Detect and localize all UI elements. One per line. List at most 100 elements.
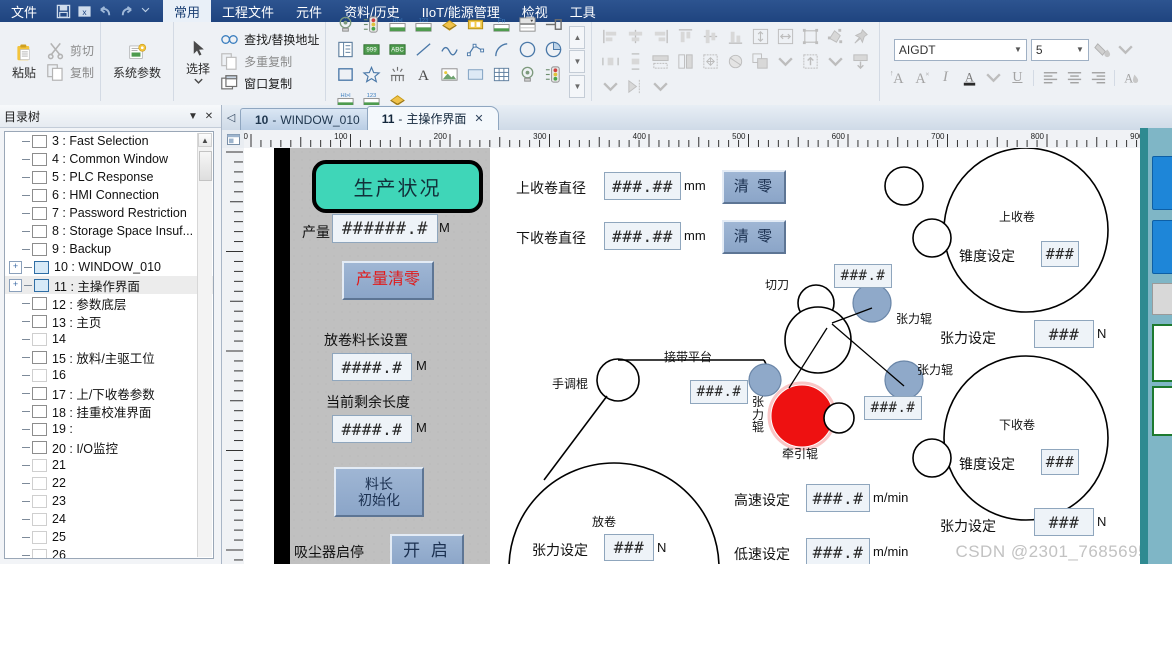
ribbon-tab-component[interactable]: 元件 bbox=[285, 0, 333, 24]
tab-main-operation-close-icon[interactable]: ✕ bbox=[474, 112, 483, 125]
multi-copy-button[interactable]: 多重复制 bbox=[220, 52, 319, 71]
arc-tool-icon[interactable] bbox=[492, 40, 511, 59]
vacuum-toggle-button[interactable]: 开 启 bbox=[390, 534, 464, 564]
send-backward-dropdown-icon[interactable] bbox=[601, 77, 620, 96]
align-center-h-icon[interactable] bbox=[626, 27, 645, 46]
arrange-dropdown-icon[interactable] bbox=[776, 52, 795, 71]
lamp-icon-2[interactable] bbox=[518, 65, 537, 84]
font-color-button[interactable]: A bbox=[958, 68, 980, 88]
multistate-icon[interactable] bbox=[362, 15, 381, 34]
tree-item-5[interactable]: 5 : PLC Response bbox=[5, 168, 213, 186]
tree-item-23[interactable]: 23 bbox=[5, 492, 213, 510]
tab-main-operation[interactable]: 11 - 主操作界面 ✕ bbox=[366, 106, 499, 130]
tree-scroll-thumb[interactable] bbox=[199, 151, 212, 181]
underline-button[interactable]: U bbox=[1006, 68, 1028, 88]
select-dropdown-icon[interactable] bbox=[193, 77, 204, 85]
lamp-icon[interactable] bbox=[336, 15, 355, 34]
find-replace-address-button[interactable]: 查找/替换地址 bbox=[220, 30, 319, 49]
tension-value-field-2[interactable]: ###.# bbox=[690, 380, 748, 404]
design-canvas[interactable]: 生产状况 产量 ######.# M 产量清零 放卷料长设置 ####.# M … bbox=[244, 148, 1172, 564]
tree-item-20[interactable]: 20 : I/O监控 bbox=[5, 438, 213, 456]
decrease-font-size-button[interactable]: A × bbox=[910, 68, 932, 88]
numeric-display-icon[interactable]: 123 bbox=[414, 15, 433, 34]
tree-item-15[interactable]: 15 : 放料/主驱工位 bbox=[5, 348, 213, 366]
right-docked-panel[interactable] bbox=[1140, 128, 1172, 564]
distribute-vertical-icon[interactable] bbox=[751, 27, 770, 46]
ellipse-tool-icon[interactable] bbox=[518, 40, 537, 59]
function-key-icon[interactable]: Fn bbox=[492, 15, 511, 34]
tree-item-25[interactable]: 25 bbox=[5, 528, 213, 546]
right-panel-item-5[interactable] bbox=[1152, 386, 1172, 436]
shape-tool-icon[interactable] bbox=[466, 65, 485, 84]
tab-scroll-left-button[interactable]: ◁ bbox=[222, 105, 240, 130]
palette-scroll-down-button[interactable]: ▼ bbox=[569, 50, 586, 73]
tree-item-24[interactable]: 24 bbox=[5, 510, 213, 528]
object-tree[interactable]: 3 : Fast Selection 4 : Common Window 5 : P… bbox=[4, 131, 214, 559]
ribbon-tab-project-file[interactable]: 工程文件 bbox=[211, 0, 285, 24]
italic-button[interactable]: I bbox=[934, 68, 956, 88]
tree-item-16[interactable]: 16 bbox=[5, 366, 213, 384]
send-backward-icon[interactable] bbox=[851, 52, 870, 71]
direct-window-icon[interactable] bbox=[544, 15, 563, 34]
font-family-select[interactable]: AIGDT ▼ bbox=[893, 38, 1027, 61]
palette-expand-button[interactable]: ▼ bbox=[569, 74, 586, 98]
space-horizontal-icon[interactable] bbox=[601, 52, 620, 71]
tree-item-13[interactable]: 13 : 主页 bbox=[5, 312, 213, 330]
polyline-tool-icon[interactable] bbox=[440, 40, 459, 59]
top-taper-field[interactable]: ### bbox=[1041, 241, 1079, 267]
high-speed-field[interactable]: ###.# bbox=[806, 484, 870, 512]
ascii-display-icon[interactable]: Hl>l bbox=[388, 15, 407, 34]
tree-vertical-scrollbar[interactable]: ▲ bbox=[197, 133, 212, 557]
tree-item-12[interactable]: 12 : 参数底层 bbox=[5, 294, 213, 312]
tree-item-10[interactable]: +10 : WINDOW_010 bbox=[5, 258, 213, 276]
export-icon[interactable]: x bbox=[77, 4, 92, 19]
format-painter-button[interactable]: A bbox=[1120, 68, 1142, 88]
flip-dropdown-icon[interactable] bbox=[651, 77, 670, 96]
tension-value-field-3[interactable]: ###.# bbox=[864, 396, 922, 420]
tree-expand-icon[interactable]: + bbox=[9, 260, 22, 274]
space-vertical-icon[interactable] bbox=[626, 52, 645, 71]
tree-scroll-up-button[interactable]: ▲ bbox=[198, 133, 212, 147]
bring-forward-icon[interactable] bbox=[801, 52, 820, 71]
output-clear-button[interactable]: 产量清零 bbox=[342, 261, 434, 300]
tree-item-7[interactable]: 7 : Password Restriction bbox=[5, 204, 213, 222]
font-family-dropdown-icon[interactable]: ▼ bbox=[1014, 45, 1022, 54]
tension-value-field-1[interactable]: ###.# bbox=[834, 264, 892, 288]
save-icon[interactable] bbox=[56, 4, 71, 19]
tree-item-4[interactable]: 4 : Common Window bbox=[5, 150, 213, 168]
polygon-tool-icon[interactable] bbox=[466, 40, 485, 59]
star-tool-icon[interactable] bbox=[362, 65, 381, 84]
menu-file[interactable]: 文件 bbox=[0, 0, 48, 24]
fit-both-icon[interactable] bbox=[701, 52, 720, 71]
tree-item-18[interactable]: 18 : 挂重校准界面 bbox=[5, 402, 213, 420]
rectangle-tool-icon[interactable] bbox=[336, 65, 355, 84]
unwind-tension-field[interactable]: ### bbox=[604, 534, 654, 561]
remaining-length-field[interactable]: ####.# bbox=[332, 415, 412, 443]
align-bottom-icon[interactable] bbox=[726, 27, 745, 46]
fit-width-icon[interactable] bbox=[651, 52, 670, 71]
tree-item-22[interactable]: 22 bbox=[5, 474, 213, 492]
cut-button[interactable]: 剪切 bbox=[46, 41, 94, 60]
text-tool-icon[interactable]: A bbox=[414, 65, 433, 84]
tree-item-21[interactable]: 21 bbox=[5, 456, 213, 474]
increase-font-size-button[interactable]: A ↑ bbox=[886, 68, 908, 88]
fill-color-icon[interactable] bbox=[1093, 40, 1112, 59]
bring-forward-dropdown-icon[interactable] bbox=[826, 52, 845, 71]
ascii-input-icon[interactable]: ABC bbox=[388, 40, 407, 59]
font-color-dropdown-icon[interactable] bbox=[982, 68, 1004, 88]
align-text-left-button[interactable] bbox=[1039, 68, 1061, 88]
line-tool-icon[interactable] bbox=[414, 40, 433, 59]
undo-icon[interactable] bbox=[98, 4, 113, 19]
select-button[interactable]: 选择 bbox=[180, 39, 216, 85]
align-text-center-button[interactable] bbox=[1063, 68, 1085, 88]
pie-tool-icon[interactable] bbox=[544, 40, 563, 59]
bottom-rewind-clear-button[interactable]: 清 零 bbox=[722, 220, 786, 254]
tree-panel-collapse-button[interactable]: ▼ bbox=[185, 111, 201, 122]
redo-icon[interactable] bbox=[119, 4, 134, 19]
right-panel-item-1[interactable] bbox=[1152, 156, 1172, 210]
length-init-button[interactable]: 料长 初始化 bbox=[334, 467, 424, 517]
font-size-dropdown-icon[interactable]: ▼ bbox=[1076, 45, 1084, 54]
group-objects-icon[interactable] bbox=[826, 27, 845, 46]
animation-tool-icon[interactable] bbox=[388, 65, 407, 84]
qat-dropdown-icon[interactable] bbox=[140, 4, 155, 19]
